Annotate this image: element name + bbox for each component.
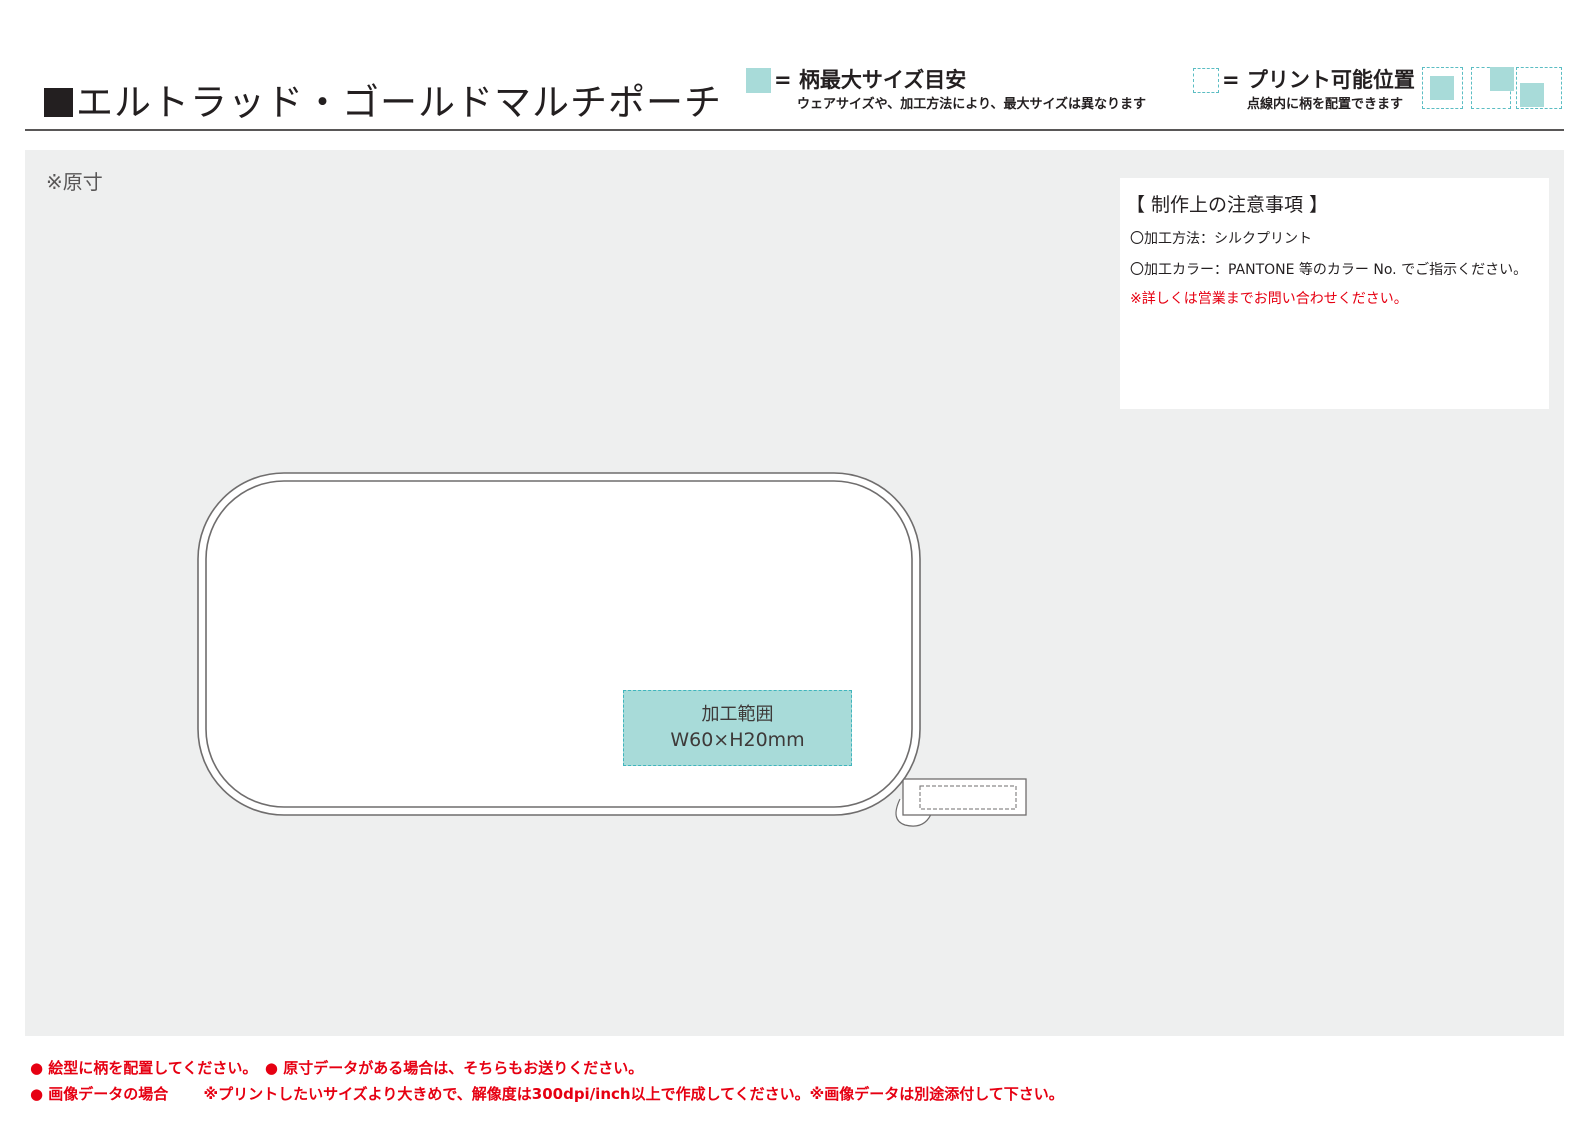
print-area-label: 加工範囲 — [701, 704, 774, 725]
pouch-outline-illustration — [197, 472, 1027, 827]
footer-instruction-2: ● 画像データの場合 ※プリントしたいサイズより大きめで、解像度は300dpi/… — [30, 1085, 1064, 1103]
print-area-size: W60×H20mm — [670, 729, 805, 751]
print-area: 加工範囲 W60×H20mm — [623, 690, 852, 766]
zipper-pull-tab — [902, 778, 1027, 816]
footer-instruction-1: ● 絵型に柄を配置してください。 ● 原寸データがある場合は、そちらもお送りくだ… — [30, 1059, 644, 1077]
